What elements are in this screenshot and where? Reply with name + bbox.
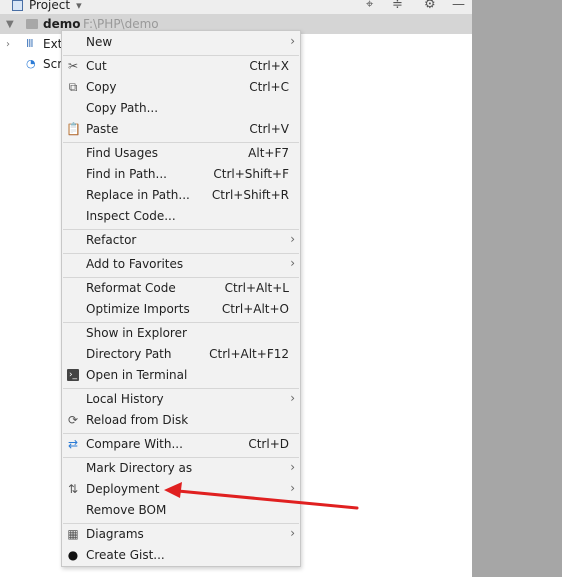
chevron-right-icon: › bbox=[290, 460, 295, 474]
menu-item-label: Copy bbox=[86, 80, 117, 94]
menu-item-label: Open in Terminal bbox=[86, 368, 188, 382]
root-path: F:\PHP\demo bbox=[83, 17, 159, 31]
chevron-right-icon: › bbox=[290, 481, 295, 495]
menu-item-shortcut: Ctrl+Alt+L bbox=[224, 281, 289, 295]
chevron-right-icon[interactable]: › bbox=[6, 39, 10, 50]
menu-item-create-gist[interactable]: ● Create Gist... bbox=[62, 545, 300, 566]
menu-item-open-in-terminal[interactable]: ›_ Open in Terminal bbox=[62, 365, 300, 386]
deployment-icon: ⇅ bbox=[67, 482, 79, 496]
chevron-right-icon: › bbox=[290, 256, 295, 270]
menu-item-label: Deployment bbox=[86, 482, 160, 496]
diagram-icon: ▦ bbox=[67, 527, 79, 541]
chevron-down-icon: ▾ bbox=[76, 0, 82, 12]
menu-item-label: Replace in Path... bbox=[86, 188, 190, 202]
menu-item-inspect-code[interactable]: Inspect Code... bbox=[62, 206, 300, 227]
menu-item-label: Diagrams bbox=[86, 527, 144, 541]
target-icon[interactable]: ⌖ bbox=[366, 0, 373, 12]
menu-item-label: Compare With... bbox=[86, 437, 183, 451]
project-icon bbox=[12, 0, 23, 11]
menu-item-label: Copy Path... bbox=[86, 101, 159, 115]
tree-item-label: Ext bbox=[43, 37, 63, 51]
menu-item-compare-with[interactable]: ⇄ Compare With... Ctrl+D bbox=[62, 434, 300, 455]
menu-item-label: New bbox=[86, 35, 113, 49]
tree-item-label: Scr bbox=[43, 57, 63, 71]
menu-item-shortcut: Ctrl+C bbox=[249, 80, 289, 94]
menu-item-label: Paste bbox=[86, 122, 119, 136]
menu-item-mark-directory-as[interactable]: Mark Directory as › bbox=[62, 458, 300, 479]
copy-icon: ⧉ bbox=[68, 80, 78, 94]
menu-item-reformat-code[interactable]: Reformat Code Ctrl+Alt+L bbox=[62, 278, 300, 299]
chevron-down-icon[interactable]: ▼ bbox=[6, 19, 14, 30]
menu-item-label: Mark Directory as bbox=[86, 461, 193, 475]
library-icon: Ⅲ bbox=[26, 37, 34, 50]
menu-item-find-in-path[interactable]: Find in Path... Ctrl+Shift+F bbox=[62, 164, 300, 185]
menu-item-cut[interactable]: ✂ Cut Ctrl+X bbox=[62, 56, 300, 77]
menu-item-shortcut: Ctrl+D bbox=[248, 437, 289, 451]
menu-item-find-usages[interactable]: Find Usages Alt+F7 bbox=[62, 143, 300, 164]
menu-item-label: Local History bbox=[86, 392, 164, 406]
menu-item-show-in-explorer[interactable]: Show in Explorer bbox=[62, 323, 300, 344]
gear-icon[interactable]: ⚙ bbox=[424, 0, 436, 12]
menu-item-label: Remove BOM bbox=[86, 503, 167, 517]
menu-item-label: Inspect Code... bbox=[86, 209, 176, 223]
menu-item-label: Show in Explorer bbox=[86, 326, 187, 340]
menu-item-paste[interactable]: 📋 Paste Ctrl+V bbox=[62, 119, 300, 140]
menu-item-deployment[interactable]: ⇅ Deployment › bbox=[62, 479, 300, 500]
folder-icon bbox=[26, 19, 38, 29]
menu-item-label: Optimize Imports bbox=[86, 302, 190, 316]
menu-item-shortcut: Ctrl+Alt+O bbox=[221, 302, 289, 316]
menu-item-label: Cut bbox=[86, 59, 107, 73]
menu-item-remove-bom[interactable]: Remove BOM bbox=[62, 500, 300, 521]
menu-item-label: Refactor bbox=[86, 233, 137, 247]
menu-item-directory-path[interactable]: Directory Path Ctrl+Alt+F12 bbox=[62, 344, 300, 365]
context-menu: New › ✂ Cut Ctrl+X ⧉ Copy Ctrl+C Copy Pa… bbox=[61, 30, 301, 567]
menu-item-shortcut: Ctrl+V bbox=[249, 122, 289, 136]
chevron-right-icon: › bbox=[290, 232, 295, 246]
scissors-icon: ✂ bbox=[67, 59, 79, 73]
chevron-right-icon: › bbox=[290, 391, 295, 405]
menu-item-shortcut: Ctrl+Alt+F12 bbox=[209, 347, 289, 361]
root-name: demo bbox=[43, 17, 81, 31]
menu-item-local-history[interactable]: Local History › bbox=[62, 389, 300, 410]
menu-item-label: Add to Favorites bbox=[86, 257, 184, 271]
reload-icon: ⟳ bbox=[67, 413, 79, 427]
menu-item-reload-from-disk[interactable]: ⟳ Reload from Disk bbox=[62, 410, 300, 431]
menu-item-label: Create Gist... bbox=[86, 548, 165, 562]
menu-item-shortcut: Alt+F7 bbox=[248, 146, 289, 160]
menu-item-shortcut: Ctrl+Shift+R bbox=[211, 188, 289, 202]
menu-item-shortcut: Ctrl+X bbox=[249, 59, 289, 73]
project-view-selector[interactable]: Project ▾ bbox=[12, 0, 82, 12]
menu-item-copy-path[interactable]: Copy Path... bbox=[62, 98, 300, 119]
chevron-right-icon: › bbox=[290, 526, 295, 540]
menu-item-label: Find in Path... bbox=[86, 167, 167, 181]
terminal-icon: ›_ bbox=[67, 369, 79, 381]
menu-item-new[interactable]: New › bbox=[62, 32, 300, 53]
menu-item-add-to-favorites[interactable]: Add to Favorites › bbox=[62, 254, 300, 275]
menu-item-optimize-imports[interactable]: Optimize Imports Ctrl+Alt+O bbox=[62, 299, 300, 320]
menu-item-diagrams[interactable]: ▦ Diagrams › bbox=[62, 524, 300, 545]
minimize-icon[interactable]: — bbox=[452, 0, 465, 12]
chevron-right-icon: › bbox=[290, 34, 295, 48]
menu-item-label: Find Usages bbox=[86, 146, 159, 160]
menu-item-label: Directory Path bbox=[86, 347, 172, 361]
github-icon: ● bbox=[67, 548, 79, 562]
compare-icon: ⇄ bbox=[67, 437, 79, 451]
menu-item-shortcut: Ctrl+Shift+F bbox=[213, 167, 289, 181]
scratches-icon: ◔ bbox=[26, 57, 36, 70]
menu-item-label: Reload from Disk bbox=[86, 413, 189, 427]
side-panel-background bbox=[472, 0, 562, 577]
menu-item-refactor[interactable]: Refactor › bbox=[62, 230, 300, 251]
menu-item-label: Reformat Code bbox=[86, 281, 176, 295]
project-toolbar: Project ▾ ⌖ ≑ ⚙ — bbox=[0, 0, 472, 14]
clipboard-icon: 📋 bbox=[66, 122, 81, 136]
menu-item-copy[interactable]: ⧉ Copy Ctrl+C bbox=[62, 77, 300, 98]
project-label: Project bbox=[29, 0, 71, 12]
collapse-icon[interactable]: ≑ bbox=[392, 0, 403, 12]
menu-item-replace-in-path[interactable]: Replace in Path... Ctrl+Shift+R bbox=[62, 185, 300, 206]
